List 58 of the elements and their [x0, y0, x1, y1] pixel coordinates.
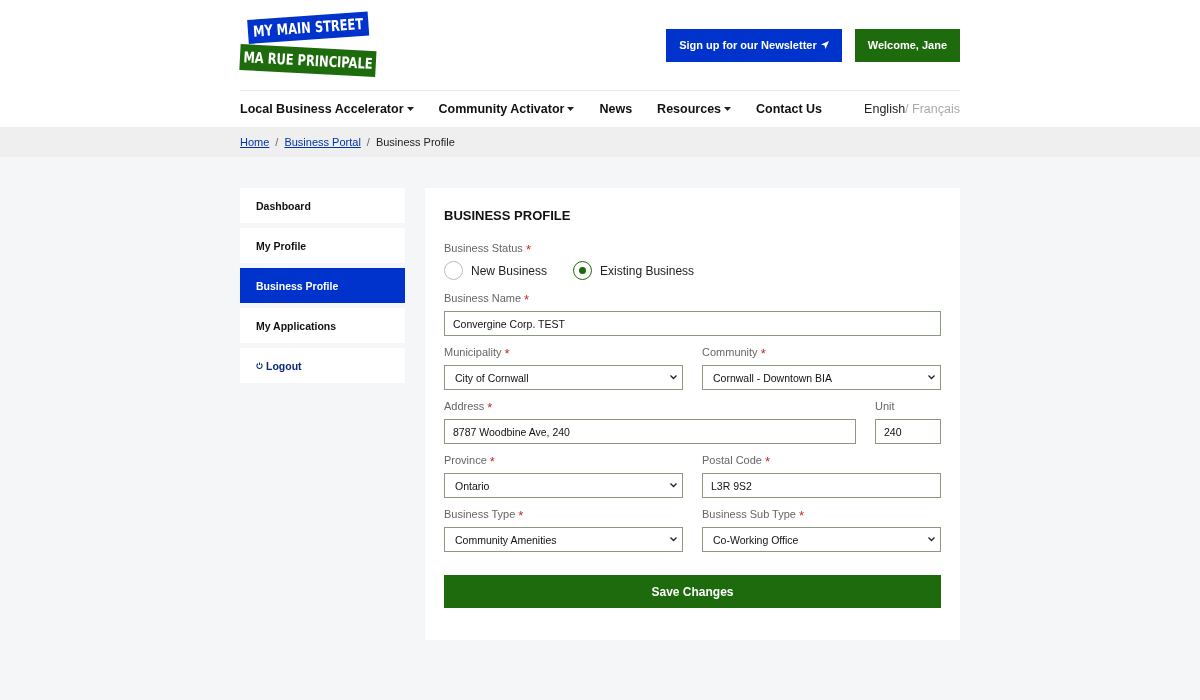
- required-asterisk: *: [524, 292, 530, 309]
- form-title: BUSINESS PROFILE: [444, 208, 572, 223]
- field-label: Business Sub Type: [702, 508, 796, 522]
- field-label: Province: [444, 454, 487, 468]
- select-field[interactable]: Community Amenities: [444, 527, 683, 552]
- field-label: Community: [702, 346, 758, 360]
- select-field[interactable]: Ontario: [444, 473, 683, 498]
- nav-link[interactable]: Contact Us: [756, 102, 823, 116]
- input-field[interactable]: L3R 9S2: [702, 473, 941, 498]
- radio-label: New Business: [471, 263, 548, 278]
- send-icon: [820, 41, 829, 49]
- save-button[interactable]: Save Changes: [444, 575, 941, 608]
- chevron-down-icon: [670, 483, 677, 488]
- breadcrumb-separator: /: [366, 136, 370, 148]
- select-field[interactable]: Cornwall - Downtown BIA: [702, 365, 941, 390]
- field-label: Business Type: [444, 508, 516, 522]
- nav-link[interactable]: Local Business Accelerator: [240, 102, 414, 116]
- chevron-down-icon: [670, 537, 677, 542]
- nav-link[interactable]: Resources: [657, 102, 732, 116]
- field-label: Unit: [875, 400, 895, 414]
- sidebar-item[interactable]: Logout: [240, 348, 405, 383]
- input-field[interactable]: 240: [875, 419, 941, 444]
- radio-label: Existing Business: [600, 263, 695, 278]
- account-button[interactable]: Welcome, Jane: [854, 28, 960, 62]
- language-link[interactable]: English: [864, 102, 906, 116]
- chevron-down-icon: [928, 375, 935, 380]
- breadcrumb-link[interactable]: Business Portal: [284, 136, 361, 148]
- required-asterisk: *: [487, 400, 493, 417]
- field-label: Business Name: [444, 292, 522, 306]
- breadcrumb-link[interactable]: Home: [240, 136, 270, 148]
- chevron-down-icon: [670, 375, 677, 380]
- required-asterisk: *: [525, 242, 531, 259]
- required-asterisk: *: [760, 346, 766, 363]
- input-field[interactable]: Convergine Corp. TEST: [444, 311, 941, 336]
- nav-link[interactable]: Community Activator: [438, 102, 575, 116]
- sidebar-item[interactable]: Dashboard: [240, 188, 405, 223]
- input-field[interactable]: 8787 Woodbine Ave, 240: [444, 419, 856, 444]
- required-asterisk: *: [489, 454, 495, 471]
- sidebar-item[interactable]: My Profile: [240, 228, 405, 263]
- breadcrumb-separator: /: [275, 136, 279, 148]
- nav-link[interactable]: News: [599, 102, 633, 116]
- select-field[interactable]: Co-Working Office: [702, 527, 941, 552]
- chevron-down-icon: [928, 537, 935, 542]
- newsletter-button[interactable]: Sign up for our Newsletter: [666, 28, 842, 62]
- power-icon: [256, 362, 263, 369]
- breadcrumb-current[interactable]: Business Profile: [375, 136, 455, 148]
- field-label: Address: [444, 400, 485, 414]
- field-label: Postal Code: [702, 454, 762, 468]
- required-asterisk: *: [504, 346, 510, 363]
- field-label: Business Status: [444, 242, 523, 256]
- required-asterisk: *: [518, 508, 524, 525]
- select-field[interactable]: City of Cornwall: [444, 365, 683, 390]
- required-asterisk: *: [764, 454, 770, 471]
- sidebar-item[interactable]: Business Profile: [240, 268, 405, 303]
- required-asterisk: *: [798, 508, 805, 525]
- logo[interactable]: MY MAIN STREET MA RUE PRINCIPALE: [240, 12, 376, 78]
- sidebar-item[interactable]: My Applications: [240, 308, 405, 343]
- field-label: Municipality: [444, 346, 502, 360]
